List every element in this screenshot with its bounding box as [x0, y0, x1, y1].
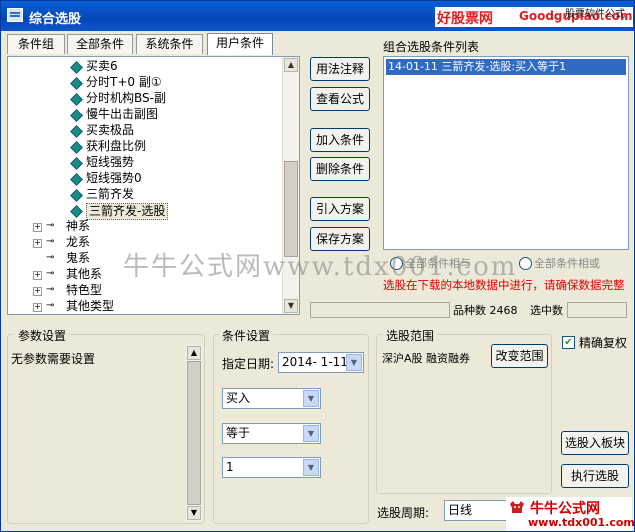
- window-title: 综合选股: [29, 12, 82, 27]
- count-value: 2468: [489, 304, 518, 317]
- tree-group[interactable]: 特色型: [66, 283, 102, 298]
- or-radio[interactable]: [519, 257, 532, 270]
- formula-icon: [70, 61, 83, 74]
- formula-icon: [70, 125, 83, 138]
- folder-key-icon: ⊸: [46, 236, 55, 247]
- folder-key-icon: ⊸: [46, 284, 55, 295]
- expand-icon[interactable]: +: [33, 223, 42, 232]
- formula-icon: [70, 77, 83, 90]
- formula-icon: [70, 109, 83, 122]
- scroll-down-icon[interactable]: ▼: [187, 506, 201, 520]
- period-label: 选股周期:: [377, 506, 430, 520]
- tab-user-conditions[interactable]: 用户条件: [207, 33, 273, 55]
- exact-restore-label: 精确复权: [579, 336, 628, 350]
- bottom-watermark: 牛牛公式网 www.tdx001.com: [506, 497, 635, 531]
- main-window: 综合选股 好股票网 Goodgupiao.com 股票软件公式 条件组 全部条件…: [0, 0, 635, 532]
- date-label: 指定日期:: [222, 357, 275, 371]
- expand-icon[interactable]: +: [33, 303, 42, 312]
- tree-item[interactable]: 短线强势0: [86, 171, 142, 186]
- range-text: 深沪A股 融资融券: [382, 352, 471, 365]
- operator-value: 等于: [226, 426, 251, 440]
- tree-group[interactable]: 神系: [66, 219, 90, 234]
- chevron-down-icon[interactable]: ▼: [346, 354, 362, 371]
- overlay-watermark: 牛牛公式网www.tdx001.com: [123, 252, 518, 282]
- count-label: 品种数 2468: [453, 304, 518, 317]
- bottom-watermark-title: 牛牛公式网: [530, 501, 600, 517]
- folder-key-icon: ⊸: [46, 300, 55, 311]
- chevron-down-icon[interactable]: ▼: [303, 425, 319, 442]
- app-icon: [7, 8, 23, 22]
- chevron-down-icon[interactable]: ▼: [303, 459, 319, 476]
- condition-list-title: 组合选股条件列表: [383, 40, 480, 54]
- cow-logo-icon: [508, 500, 526, 516]
- period-value: 日线: [448, 503, 473, 517]
- formula-icon: [70, 189, 83, 202]
- selected-label: 选中数: [530, 304, 563, 317]
- formula-icon: [70, 157, 83, 170]
- tree-group[interactable]: 鬼系: [66, 251, 90, 266]
- delete-condition-button[interactable]: 删除条件: [310, 157, 370, 181]
- import-plan-button[interactable]: 引入方案: [310, 197, 370, 221]
- add-condition-button[interactable]: 加入条件: [310, 128, 370, 152]
- watermark-text-a: 好股票网: [437, 11, 493, 27]
- tree-item[interactable]: 买卖极品: [86, 123, 134, 138]
- folder-key-icon: ⊸: [46, 220, 55, 231]
- tree-group[interactable]: 其他系: [66, 267, 102, 282]
- tree-item[interactable]: 慢牛出击副图: [86, 107, 158, 122]
- or-label: 全部条件相或: [534, 257, 600, 270]
- tab-system-conditions[interactable]: 系统条件: [136, 34, 203, 54]
- formula-icon: [70, 173, 83, 186]
- tree-group[interactable]: 其他类型: [66, 299, 114, 314]
- expand-icon[interactable]: +: [33, 271, 42, 280]
- tree-item[interactable]: 分时T+0 副①: [86, 75, 162, 90]
- scroll-up-icon[interactable]: ▲: [284, 58, 298, 72]
- scroll-down-icon[interactable]: ▼: [284, 299, 298, 313]
- value-select[interactable]: 1 ▼: [222, 457, 321, 478]
- scroll-thumb[interactable]: [187, 361, 201, 505]
- tree-item-selected[interactable]: 三箭齐发-选股: [86, 203, 169, 220]
- params-scrollbar[interactable]: ▲ ▼: [186, 345, 202, 521]
- tree-item[interactable]: 短线强势: [86, 155, 134, 170]
- site-watermark: 好股票网 Goodgupiao.com 股票软件公式: [435, 7, 633, 27]
- tree-item[interactable]: 分时机构BS-副: [86, 91, 166, 106]
- tree-item[interactable]: 获利盘比例: [86, 139, 146, 154]
- selected-count-box: [567, 302, 627, 318]
- value-value: 1: [226, 460, 234, 474]
- expand-icon[interactable]: +: [33, 287, 42, 296]
- operator-select[interactable]: 等于 ▼: [222, 423, 321, 444]
- tree-group[interactable]: 龙系: [66, 235, 90, 250]
- folder-key-icon: ⊸: [46, 268, 55, 279]
- formula-icon: [70, 205, 83, 218]
- formula-icon: [70, 93, 83, 106]
- scroll-thumb[interactable]: [284, 161, 298, 257]
- exact-restore-checkbox[interactable]: ✔: [562, 336, 575, 349]
- range-group-title: 选股范围: [383, 327, 438, 344]
- formula-icon: [70, 141, 83, 154]
- condition-list[interactable]: 14-01-11 三箭齐发-选股:买入等于1: [383, 56, 629, 250]
- change-range-button[interactable]: 改变范围: [491, 344, 548, 368]
- expand-icon[interactable]: +: [33, 239, 42, 248]
- folder-key-icon: ⊸: [46, 252, 55, 263]
- action-value: 买入: [226, 391, 251, 405]
- tab-all-conditions[interactable]: 全部条件: [67, 34, 133, 54]
- watermark-text-c: 股票软件公式: [565, 9, 625, 20]
- date-picker[interactable]: 2014- 1-11 ▼: [278, 352, 364, 373]
- progress-bar: [310, 302, 450, 318]
- date-value: 2014- 1-11: [282, 355, 348, 369]
- run-selection-button[interactable]: 执行选股: [561, 464, 629, 488]
- chevron-down-icon[interactable]: ▼: [303, 390, 319, 407]
- cond-settings-title: 条件设置: [219, 327, 274, 344]
- params-group-title: 参数设置: [15, 327, 70, 344]
- usage-button[interactable]: 用法注释: [310, 57, 370, 81]
- tab-condition-group[interactable]: 条件组: [7, 34, 65, 54]
- bottom-watermark-url: www.tdx001.com: [528, 516, 635, 529]
- scroll-up-icon[interactable]: ▲: [187, 346, 201, 360]
- action-select[interactable]: 买入 ▼: [222, 388, 321, 409]
- condition-list-item[interactable]: 14-01-11 三箭齐发-选股:买入等于1: [386, 59, 626, 75]
- select-to-block-button[interactable]: 选股入板块: [561, 431, 629, 455]
- params-text: 无参数需要设置: [11, 352, 96, 366]
- view-formula-button[interactable]: 查看公式: [310, 87, 370, 111]
- tree-item[interactable]: 买卖6: [86, 59, 118, 74]
- tree-item[interactable]: 三箭齐发: [86, 187, 134, 202]
